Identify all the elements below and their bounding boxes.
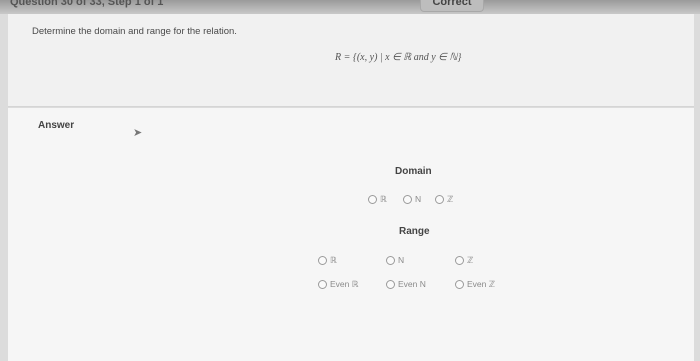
radio-icon[interactable]: [403, 194, 412, 204]
domain-option-reals[interactable]: ℝ: [368, 194, 387, 205]
option-label: ℤ: [467, 255, 474, 265]
answer-label: Answer: [38, 120, 75, 131]
range-title: Range: [399, 226, 430, 237]
option-label: ℝ: [380, 194, 387, 204]
radio-icon[interactable]: [318, 280, 327, 289]
radio-icon[interactable]: [368, 195, 377, 204]
domain-option-naturals[interactable]: N: [403, 194, 421, 204]
range-option-even-integers[interactable]: Even ℤ: [455, 279, 495, 290]
domain-title: Domain: [395, 166, 432, 177]
range-option-integers[interactable]: ℤ: [455, 255, 473, 266]
radio-icon[interactable]: [455, 280, 464, 289]
range-option-even-reals[interactable]: Even ℝ: [318, 279, 358, 290]
mouse-cursor-icon: ➤: [133, 127, 143, 139]
option-label: Even ℝ: [330, 279, 359, 289]
correct-status-tab: Correct: [420, 0, 484, 12]
option-label: ℝ: [330, 255, 337, 265]
relation-formula: R = {(x, y) | x ∈ ℝ and y ∈ ℕ}: [335, 52, 462, 63]
radio-icon[interactable]: [318, 256, 327, 265]
radio-icon[interactable]: [386, 279, 395, 289]
radio-icon[interactable]: [386, 255, 395, 265]
domain-option-integers[interactable]: ℤ: [435, 194, 453, 205]
option-label: N: [415, 194, 422, 204]
range-option-naturals[interactable]: N: [386, 255, 404, 265]
option-label: Even N: [398, 279, 426, 289]
question-prompt: Determine the domain and range for the r…: [32, 26, 237, 37]
radio-icon[interactable]: [435, 195, 444, 204]
range-option-even-naturals[interactable]: Even N: [386, 279, 426, 289]
option-label: Even ℤ: [467, 279, 496, 289]
answer-panel: [8, 108, 694, 361]
range-option-reals[interactable]: ℝ: [318, 255, 337, 266]
option-label: ℤ: [447, 194, 454, 204]
breadcrumb: Question 30 of 33, Step 1 of 1: [10, 0, 164, 8]
option-label: N: [398, 255, 405, 265]
radio-icon[interactable]: [455, 256, 464, 265]
top-bar: Question 30 of 33, Step 1 of 1 Correct: [0, 0, 700, 14]
